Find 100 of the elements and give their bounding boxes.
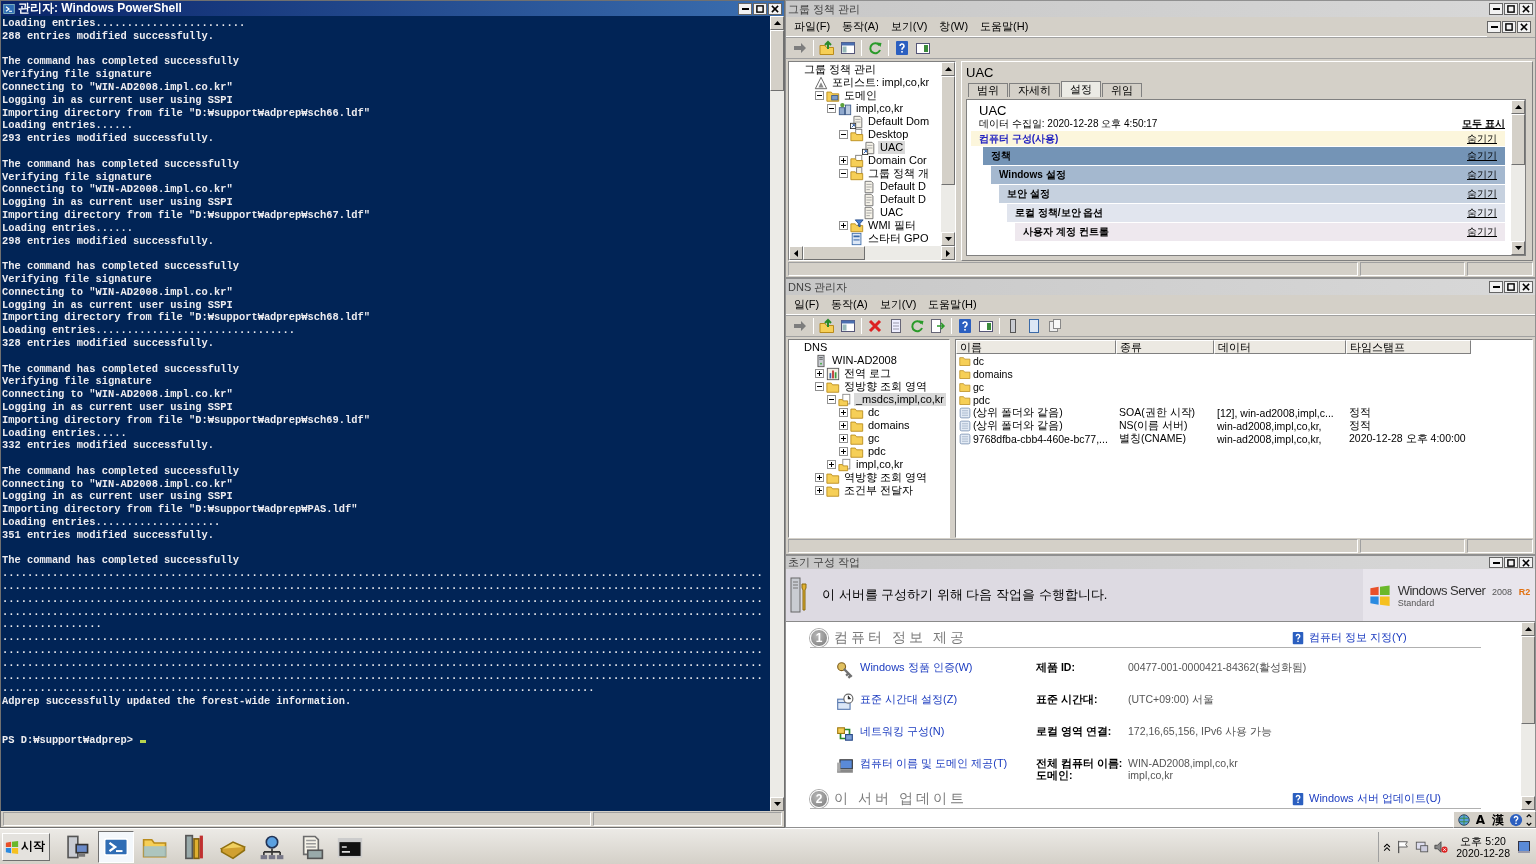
network-monitor-icon[interactable] bbox=[1415, 839, 1430, 854]
minimize-button[interactable] bbox=[1487, 21, 1501, 33]
clock[interactable]: 오후 5:20 2020-12-28 bbox=[1453, 834, 1513, 859]
help-icon[interactable] bbox=[894, 40, 910, 56]
show-desktop-icon[interactable] bbox=[1518, 838, 1530, 855]
expand-toggle[interactable] bbox=[839, 421, 848, 430]
scroll-thumb[interactable] bbox=[770, 30, 784, 92]
tree-item[interactable]: 역방향 조회 영역 bbox=[842, 471, 930, 484]
menu-item[interactable]: 동작(A) bbox=[836, 19, 885, 34]
tree-item[interactable]: 전역 로그 bbox=[842, 367, 894, 380]
export-icon[interactable] bbox=[930, 318, 946, 334]
forward-arrow-icon[interactable] bbox=[792, 40, 808, 56]
tree-item[interactable]: _msdcs,impl,co,kr bbox=[854, 393, 947, 406]
tree-item[interactable]: Desktop bbox=[866, 128, 911, 141]
expand-toggle[interactable] bbox=[815, 369, 824, 378]
close-button[interactable] bbox=[1519, 281, 1533, 293]
input-mode-button[interactable]: 漢 bbox=[1490, 812, 1506, 827]
list-icon[interactable] bbox=[1026, 318, 1042, 334]
menu-item[interactable]: 보기(V) bbox=[884, 19, 934, 34]
column-header[interactable]: 데이터 bbox=[1214, 340, 1346, 354]
collapse-toggle[interactable] bbox=[839, 169, 848, 178]
expand-toggle[interactable] bbox=[839, 221, 848, 230]
tree-item[interactable]: Domain Cor bbox=[866, 154, 929, 167]
tree-item[interactable]: 그룹 정책 관리 bbox=[802, 63, 879, 76]
close-button[interactable] bbox=[1517, 21, 1531, 33]
expand-toggle[interactable] bbox=[839, 156, 848, 165]
tree-item[interactable]: domains bbox=[866, 419, 912, 432]
scroll-thumb[interactable] bbox=[941, 76, 955, 186]
tree-item[interactable]: 정방향 조회 영역 bbox=[842, 380, 930, 393]
help-icon[interactable] bbox=[957, 318, 973, 334]
forward-arrow-icon[interactable] bbox=[792, 318, 808, 334]
action-pane-icon[interactable] bbox=[915, 40, 931, 56]
tree-item[interactable]: WIN-AD2008 bbox=[830, 354, 899, 367]
scroll-thumb[interactable] bbox=[1521, 636, 1535, 724]
close-button[interactable] bbox=[768, 2, 782, 15]
expand-toggle[interactable] bbox=[827, 460, 836, 469]
maximize-button[interactable] bbox=[753, 2, 767, 15]
hide-link[interactable]: 숨기기 bbox=[1467, 168, 1497, 182]
expand-toggle[interactable] bbox=[839, 447, 848, 456]
tree-item[interactable]: 포리스트: impl,co,kr bbox=[830, 76, 932, 89]
hide-link[interactable]: 숨기기 bbox=[1467, 131, 1497, 146]
tree-item[interactable]: DNS bbox=[802, 341, 830, 354]
tree-item[interactable]: pdc bbox=[866, 445, 888, 458]
expand-toggle[interactable] bbox=[839, 408, 848, 417]
hide-link[interactable]: 숨기기 bbox=[1467, 187, 1497, 201]
minimize-button[interactable] bbox=[1489, 3, 1503, 15]
action-pane-icon[interactable] bbox=[978, 318, 994, 334]
tab[interactable]: 설정 bbox=[1061, 81, 1101, 97]
console-tree-icon[interactable] bbox=[840, 318, 856, 334]
up-folder-icon[interactable] bbox=[819, 40, 835, 56]
tree-item[interactable]: 도메인 bbox=[842, 89, 879, 102]
tree-item[interactable]: Default D bbox=[878, 180, 928, 193]
close-button[interactable] bbox=[1519, 557, 1533, 568]
scrollbar[interactable] bbox=[941, 62, 955, 246]
tree-item[interactable]: UAC bbox=[878, 206, 906, 219]
collapse-toggle[interactable] bbox=[827, 395, 836, 404]
muted-speaker-icon[interactable] bbox=[1434, 839, 1449, 854]
menu-item[interactable]: 도움말(H) bbox=[922, 297, 983, 312]
tree-item[interactable]: impl,co,kr bbox=[854, 102, 906, 115]
close-button[interactable] bbox=[1519, 3, 1533, 15]
tree-item[interactable]: impl,co,kr bbox=[854, 458, 906, 471]
show-hidden-icon[interactable] bbox=[1383, 841, 1392, 852]
language-icon[interactable] bbox=[1456, 812, 1471, 827]
tree-item[interactable]: UAC bbox=[878, 141, 906, 154]
minimize-button[interactable] bbox=[1489, 281, 1503, 293]
delete-icon[interactable] bbox=[867, 318, 883, 334]
up-folder-icon[interactable] bbox=[819, 318, 835, 334]
maximize-button[interactable] bbox=[1504, 557, 1518, 568]
menu-item[interactable]: 파일(F) bbox=[788, 19, 837, 34]
collapse-toggle[interactable] bbox=[815, 382, 824, 391]
menu-item[interactable]: 창(W) bbox=[933, 19, 975, 34]
menu-item[interactable]: 동작(A) bbox=[825, 297, 874, 312]
tree-item[interactable]: Default Dom bbox=[866, 115, 932, 128]
expand-toggle[interactable] bbox=[839, 434, 848, 443]
menu-item[interactable]: 일(F) bbox=[788, 297, 826, 312]
hide-link[interactable]: 숨기기 bbox=[1467, 225, 1497, 239]
tree-item[interactable]: WMI 필터 bbox=[866, 219, 918, 232]
minimize-button[interactable] bbox=[738, 2, 752, 15]
scrollbar[interactable] bbox=[1511, 100, 1525, 255]
copy-icon[interactable] bbox=[1047, 318, 1063, 334]
expand-toggle[interactable] bbox=[815, 473, 824, 482]
menu-item[interactable]: 보기(V) bbox=[873, 297, 923, 312]
column-header[interactable]: 이름 bbox=[956, 340, 1116, 354]
tree-item[interactable]: 스타터 GPO bbox=[866, 232, 931, 245]
expand-toggle[interactable] bbox=[815, 486, 824, 495]
tree-item[interactable]: gc bbox=[866, 432, 882, 445]
collapse-toggle[interactable] bbox=[827, 104, 836, 113]
collapse-toggle[interactable] bbox=[839, 130, 848, 139]
help-link[interactable]: 컴퓨터 정보 지정(Y) bbox=[1291, 629, 1481, 646]
task-link[interactable]: 표준 시간대 설정(Z) bbox=[860, 693, 1036, 706]
help-link[interactable]: Windows 서버 업데이트(U) bbox=[1291, 790, 1481, 807]
tree-item[interactable]: dc bbox=[866, 406, 882, 419]
maximize-button[interactable] bbox=[1504, 3, 1518, 15]
help-icon[interactable] bbox=[1509, 812, 1523, 827]
hide-link[interactable]: 숨기기 bbox=[1467, 206, 1497, 220]
column-header[interactable]: 타임스탬프 bbox=[1346, 340, 1471, 354]
input-mode-button[interactable]: A bbox=[1473, 812, 1487, 827]
tree-item[interactable]: 그룹 정책 개 bbox=[866, 167, 932, 180]
scrollbar[interactable] bbox=[770, 16, 784, 811]
menu-item[interactable]: 도움말(H) bbox=[974, 19, 1035, 34]
